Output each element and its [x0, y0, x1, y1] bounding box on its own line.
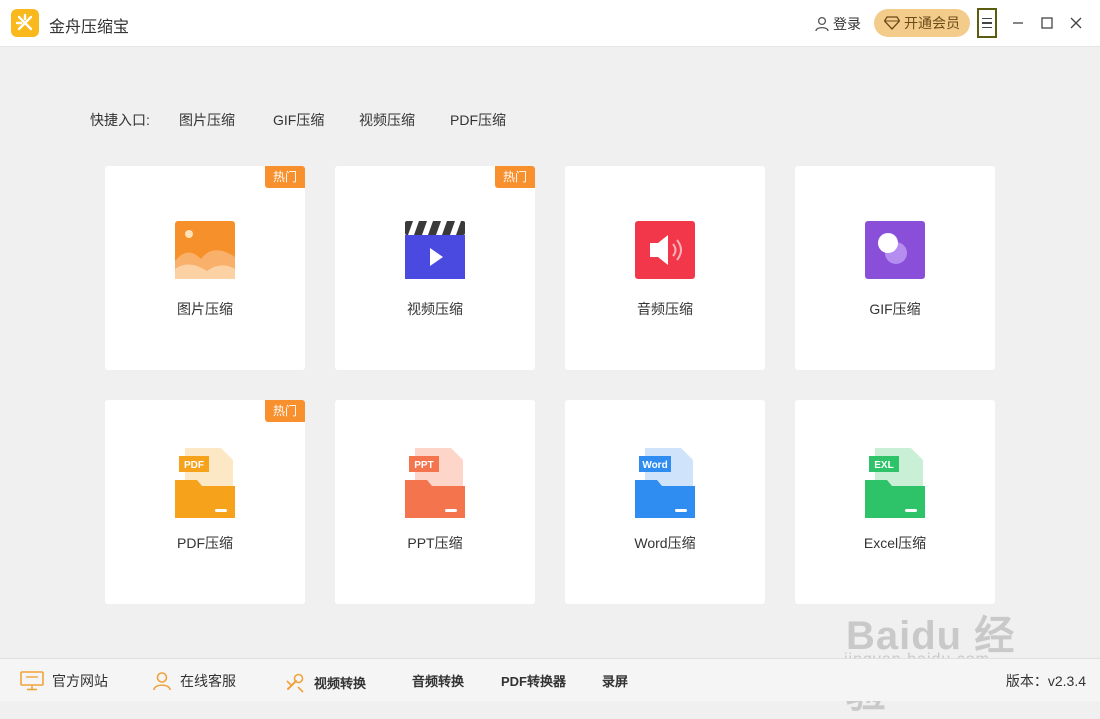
- card-label: PPT压缩: [407, 535, 463, 551]
- card-excel-compress[interactable]: EXL Excel压缩: [795, 400, 995, 604]
- menu-icon-line: [982, 22, 992, 24]
- tools-icon: [286, 673, 304, 693]
- file-type-tag: EXL: [874, 460, 893, 471]
- hot-badge: 热门: [265, 166, 305, 188]
- vip-label: 开通会员: [904, 15, 960, 31]
- card-label: PDF压缩: [177, 535, 233, 551]
- quick-link-video[interactable]: 视频压缩: [359, 110, 415, 130]
- login-button[interactable]: 登录: [814, 14, 861, 34]
- menu-button[interactable]: [977, 8, 997, 38]
- menu-icon: [982, 17, 992, 20]
- card-video-compress[interactable]: 热门 视频压缩: [335, 166, 535, 370]
- quick-link-gif[interactable]: GIF压缩: [273, 110, 324, 130]
- monitor-icon: [20, 671, 44, 691]
- official-site-label: 官方网站: [52, 673, 108, 689]
- maximize-button[interactable]: [1037, 13, 1057, 33]
- image-icon: [175, 221, 235, 279]
- hot-badge: 热门: [265, 400, 305, 422]
- card-image-compress[interactable]: 热门 图片压缩: [105, 166, 305, 370]
- card-word-compress[interactable]: Word Word压缩: [565, 400, 765, 604]
- diamond-icon: [884, 16, 900, 30]
- file-type-tag: PDF: [184, 460, 204, 471]
- word-file-icon: Word: [635, 448, 695, 518]
- status-bar: 官方网站 在线客服 视频转换 音频转换 PDF转换器 录屏 版本：v2.3.4: [0, 658, 1100, 701]
- maximize-icon: [1041, 17, 1053, 29]
- close-button[interactable]: [1066, 13, 1086, 33]
- video-convert-link[interactable]: 视频转换: [284, 671, 366, 693]
- screen-record-label: 录屏: [602, 674, 629, 689]
- excel-file-icon: EXL: [865, 448, 925, 518]
- vip-button[interactable]: 开通会员: [874, 9, 970, 37]
- gif-icon: [865, 221, 925, 279]
- card-label: Excel压缩: [863, 535, 927, 551]
- card-audio-compress[interactable]: 音频压缩: [565, 166, 765, 370]
- card-label: GIF压缩: [869, 301, 921, 317]
- file-type-tag: Word: [642, 460, 667, 471]
- official-site-link[interactable]: 官方网站: [20, 671, 108, 691]
- quick-entry-label: 快捷入口:: [90, 112, 150, 128]
- quick-link-pdf[interactable]: PDF压缩: [450, 110, 506, 130]
- card-label: 音频压缩: [637, 301, 693, 317]
- app-title: 金舟压缩宝: [49, 19, 130, 36]
- pdf-file-icon: PDF: [175, 448, 235, 518]
- video-convert-label: 视频转换: [314, 675, 367, 691]
- card-label: Word压缩: [634, 535, 696, 551]
- card-label: 视频压缩: [407, 301, 463, 317]
- ppt-file-icon: PPT: [405, 448, 465, 518]
- audio-convert-label: 音频转换: [412, 674, 465, 689]
- minimize-button[interactable]: [1008, 13, 1028, 33]
- user-icon: [153, 672, 171, 691]
- user-icon: [815, 16, 829, 32]
- hot-badge: 热门: [495, 166, 535, 188]
- pdf-converter-link[interactable]: PDF转换器: [501, 671, 566, 690]
- file-type-tag: PPT: [414, 460, 433, 471]
- audio-convert-link[interactable]: 音频转换: [412, 671, 464, 690]
- online-service-link[interactable]: 在线客服: [152, 671, 236, 691]
- minimize-icon: [1013, 22, 1023, 24]
- card-ppt-compress[interactable]: PPT PPT压缩: [335, 400, 535, 604]
- close-icon: [1070, 17, 1082, 29]
- quick-link-image[interactable]: 图片压缩: [179, 110, 235, 130]
- login-label: 登录: [833, 16, 861, 32]
- audio-icon: [635, 221, 695, 279]
- card-pdf-compress[interactable]: 热门 PDF PDF压缩: [105, 400, 305, 604]
- card-gif-compress[interactable]: GIF压缩: [795, 166, 995, 370]
- title-bar: 金舟压缩宝 登录 开通会员: [0, 0, 1100, 47]
- video-icon: [405, 221, 465, 279]
- version-text: 版本：v2.3.4: [1005, 673, 1086, 689]
- menu-icon-line: [982, 26, 992, 29]
- online-service-label: 在线客服: [180, 673, 236, 689]
- pdf-converter-label: PDF转换器: [501, 674, 567, 689]
- card-label: 图片压缩: [177, 301, 233, 317]
- app-logo: [11, 9, 39, 37]
- screen-record-link[interactable]: 录屏: [602, 671, 628, 690]
